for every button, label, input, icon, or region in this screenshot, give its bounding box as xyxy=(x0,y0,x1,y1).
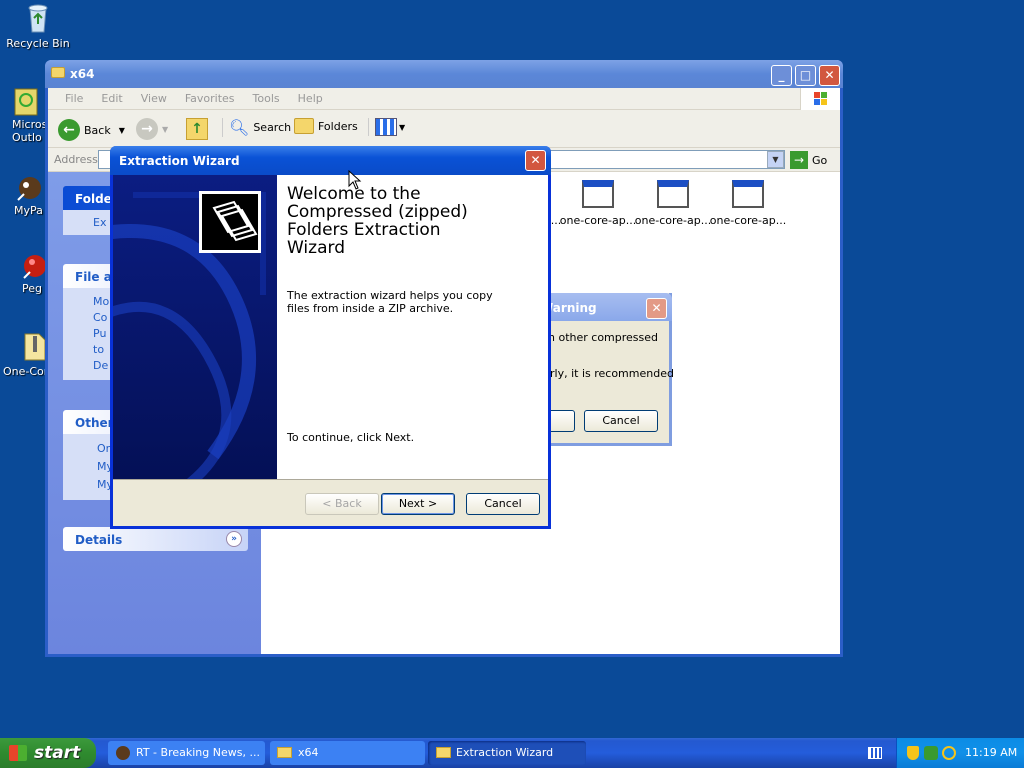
taskbar-item-rt-news[interactable]: RT - Breaking News, ... xyxy=(108,741,265,765)
folder-icon xyxy=(436,747,451,758)
folders-icon xyxy=(294,118,314,134)
forward-button[interactable]: → ▼ xyxy=(136,118,168,140)
window-file-icon xyxy=(732,180,764,208)
file-item[interactable]: one-core-ap... xyxy=(558,180,638,227)
network-icon[interactable] xyxy=(924,746,938,760)
cancel-button[interactable]: Cancel xyxy=(466,493,540,515)
chevron-down-icon: ▼ xyxy=(162,124,169,134)
go-button[interactable]: → Go xyxy=(790,151,827,169)
explorer-title-bar[interactable]: x64 _ □ ✕ xyxy=(45,60,843,88)
menu-favorites[interactable]: Favorites xyxy=(176,92,244,105)
toolbar: ← Back ▼ → ▼ ↑ 🔍︎ Search Folders ▼ xyxy=(48,110,840,148)
file-label: one-core-ap... xyxy=(559,214,637,227)
windows-logo-icon xyxy=(9,745,27,761)
views-icon xyxy=(375,118,397,136)
warning-message-1: n other compressed xyxy=(548,331,659,344)
keyboard-icon[interactable] xyxy=(868,747,882,759)
next-button[interactable]: Next > xyxy=(381,493,455,515)
mouse-cursor xyxy=(348,170,362,190)
go-arrow-icon: → xyxy=(790,151,808,169)
warning-dialog[interactable]: Warning ✕ n other compressed rly, it is … xyxy=(540,293,674,446)
file-label: one-core-ap... xyxy=(709,214,787,227)
extraction-wizard-dialog[interactable]: Extraction Wizard ✕ Welcome to the Compr… xyxy=(110,146,551,529)
panel-item[interactable]: Ex xyxy=(73,216,106,229)
warning-cancel-button[interactable]: Cancel xyxy=(584,410,658,432)
chevron-down-icon: ▼ xyxy=(399,122,406,132)
wizard-description: The extraction wizard helps you copy fil… xyxy=(287,289,493,315)
file-item[interactable]: one-core-ap... xyxy=(633,180,713,227)
panel-header[interactable]: Details » xyxy=(63,527,248,551)
expand-chevron-icon: » xyxy=(226,531,242,547)
security-shield-icon[interactable] xyxy=(907,746,919,760)
back-button[interactable]: ← Back ▼ xyxy=(58,118,125,142)
wizard-separator xyxy=(113,479,548,480)
warning-message-2: rly, it is recommended xyxy=(550,367,674,380)
taskbar-item-extraction-wizard[interactable]: Extraction Wizard xyxy=(428,741,586,765)
wizard-heading: Welcome to the Compressed (zipped) Folde… xyxy=(287,184,468,258)
folder-icon xyxy=(277,747,292,758)
file-item[interactable]: one-core-ap... xyxy=(708,180,788,227)
chevron-down-icon: ▼ xyxy=(118,125,125,135)
wizard-title: Extraction Wizard xyxy=(119,154,240,168)
system-tray: 11:19 AM xyxy=(896,738,1024,768)
window-file-icon xyxy=(657,180,689,208)
views-button[interactable]: ▼ xyxy=(368,118,405,136)
details-panel: Details » xyxy=(63,527,248,551)
menu-view[interactable]: View xyxy=(132,92,176,105)
close-button[interactable]: ✕ xyxy=(646,298,667,319)
window-file-icon xyxy=(582,180,614,208)
outlook-icon xyxy=(12,86,44,118)
menu-edit[interactable]: Edit xyxy=(92,92,131,105)
desktop-icon-label: Recycle Bin xyxy=(6,37,70,50)
file-label: one-core-ap... xyxy=(634,214,712,227)
back-label: Back xyxy=(84,123,111,137)
wizard-content: Welcome to the Compressed (zipped) Folde… xyxy=(277,175,548,479)
mypal-icon xyxy=(14,172,46,204)
start-button[interactable]: start xyxy=(0,738,96,768)
warning-title-bar[interactable]: Warning ✕ xyxy=(540,293,672,321)
address-dropdown-button[interactable]: ▼ xyxy=(767,151,784,168)
search-icon: 🔍︎ xyxy=(229,118,250,137)
menu-tools[interactable]: Tools xyxy=(244,92,289,105)
taskbar-item-label: RT - Breaking News, ... xyxy=(136,746,260,759)
menu-help[interactable]: Help xyxy=(289,92,332,105)
go-label: Go xyxy=(812,153,828,167)
folders-label: Folders xyxy=(318,119,358,133)
minimize-button[interactable]: _ xyxy=(771,65,792,86)
taskbar-item-label: x64 xyxy=(298,746,319,759)
wizard-title-bar[interactable]: Extraction Wizard ✕ xyxy=(110,146,551,175)
wizard-banner xyxy=(113,175,277,479)
windows-logo-icon xyxy=(800,88,840,110)
clock: 11:19 AM xyxy=(965,746,1018,759)
start-label: start xyxy=(34,743,81,763)
close-button[interactable]: ✕ xyxy=(525,150,546,171)
wizard-continue-text: To continue, click Next. xyxy=(287,431,415,444)
menu-file[interactable]: File xyxy=(56,92,92,105)
up-folder-button[interactable]: ↑ xyxy=(186,118,208,140)
close-button[interactable]: ✕ xyxy=(819,65,840,86)
maximize-button[interactable]: □ xyxy=(795,65,816,86)
forward-arrow-icon: → xyxy=(136,118,158,140)
back-button[interactable]: < Back xyxy=(305,493,379,515)
search-label: Search xyxy=(253,121,292,134)
explorer-title: x64 xyxy=(70,67,95,81)
address-label: Address xyxy=(54,153,98,166)
taskbar-item-x64[interactable]: x64 xyxy=(270,741,425,765)
browser-icon xyxy=(116,746,130,760)
taskbar-item-label: Extraction Wizard xyxy=(456,746,554,759)
back-arrow-icon: ← xyxy=(58,119,80,141)
desktop-icon-recycle-bin[interactable]: Recycle Bin xyxy=(0,2,76,50)
taskbar: start RT - Breaking News, ... x64 Extrac… xyxy=(0,738,1024,768)
zip-folder-icon xyxy=(199,191,261,253)
folder-icon xyxy=(51,67,65,78)
folders-button[interactable]: Folders xyxy=(294,118,358,134)
details-title: Details xyxy=(75,533,123,547)
recycle-bin-icon xyxy=(22,2,54,34)
menu-bar: File Edit View Favorites Tools Help xyxy=(48,88,840,110)
search-button[interactable]: 🔍︎ Search xyxy=(222,118,291,137)
search-icon[interactable] xyxy=(942,746,956,760)
